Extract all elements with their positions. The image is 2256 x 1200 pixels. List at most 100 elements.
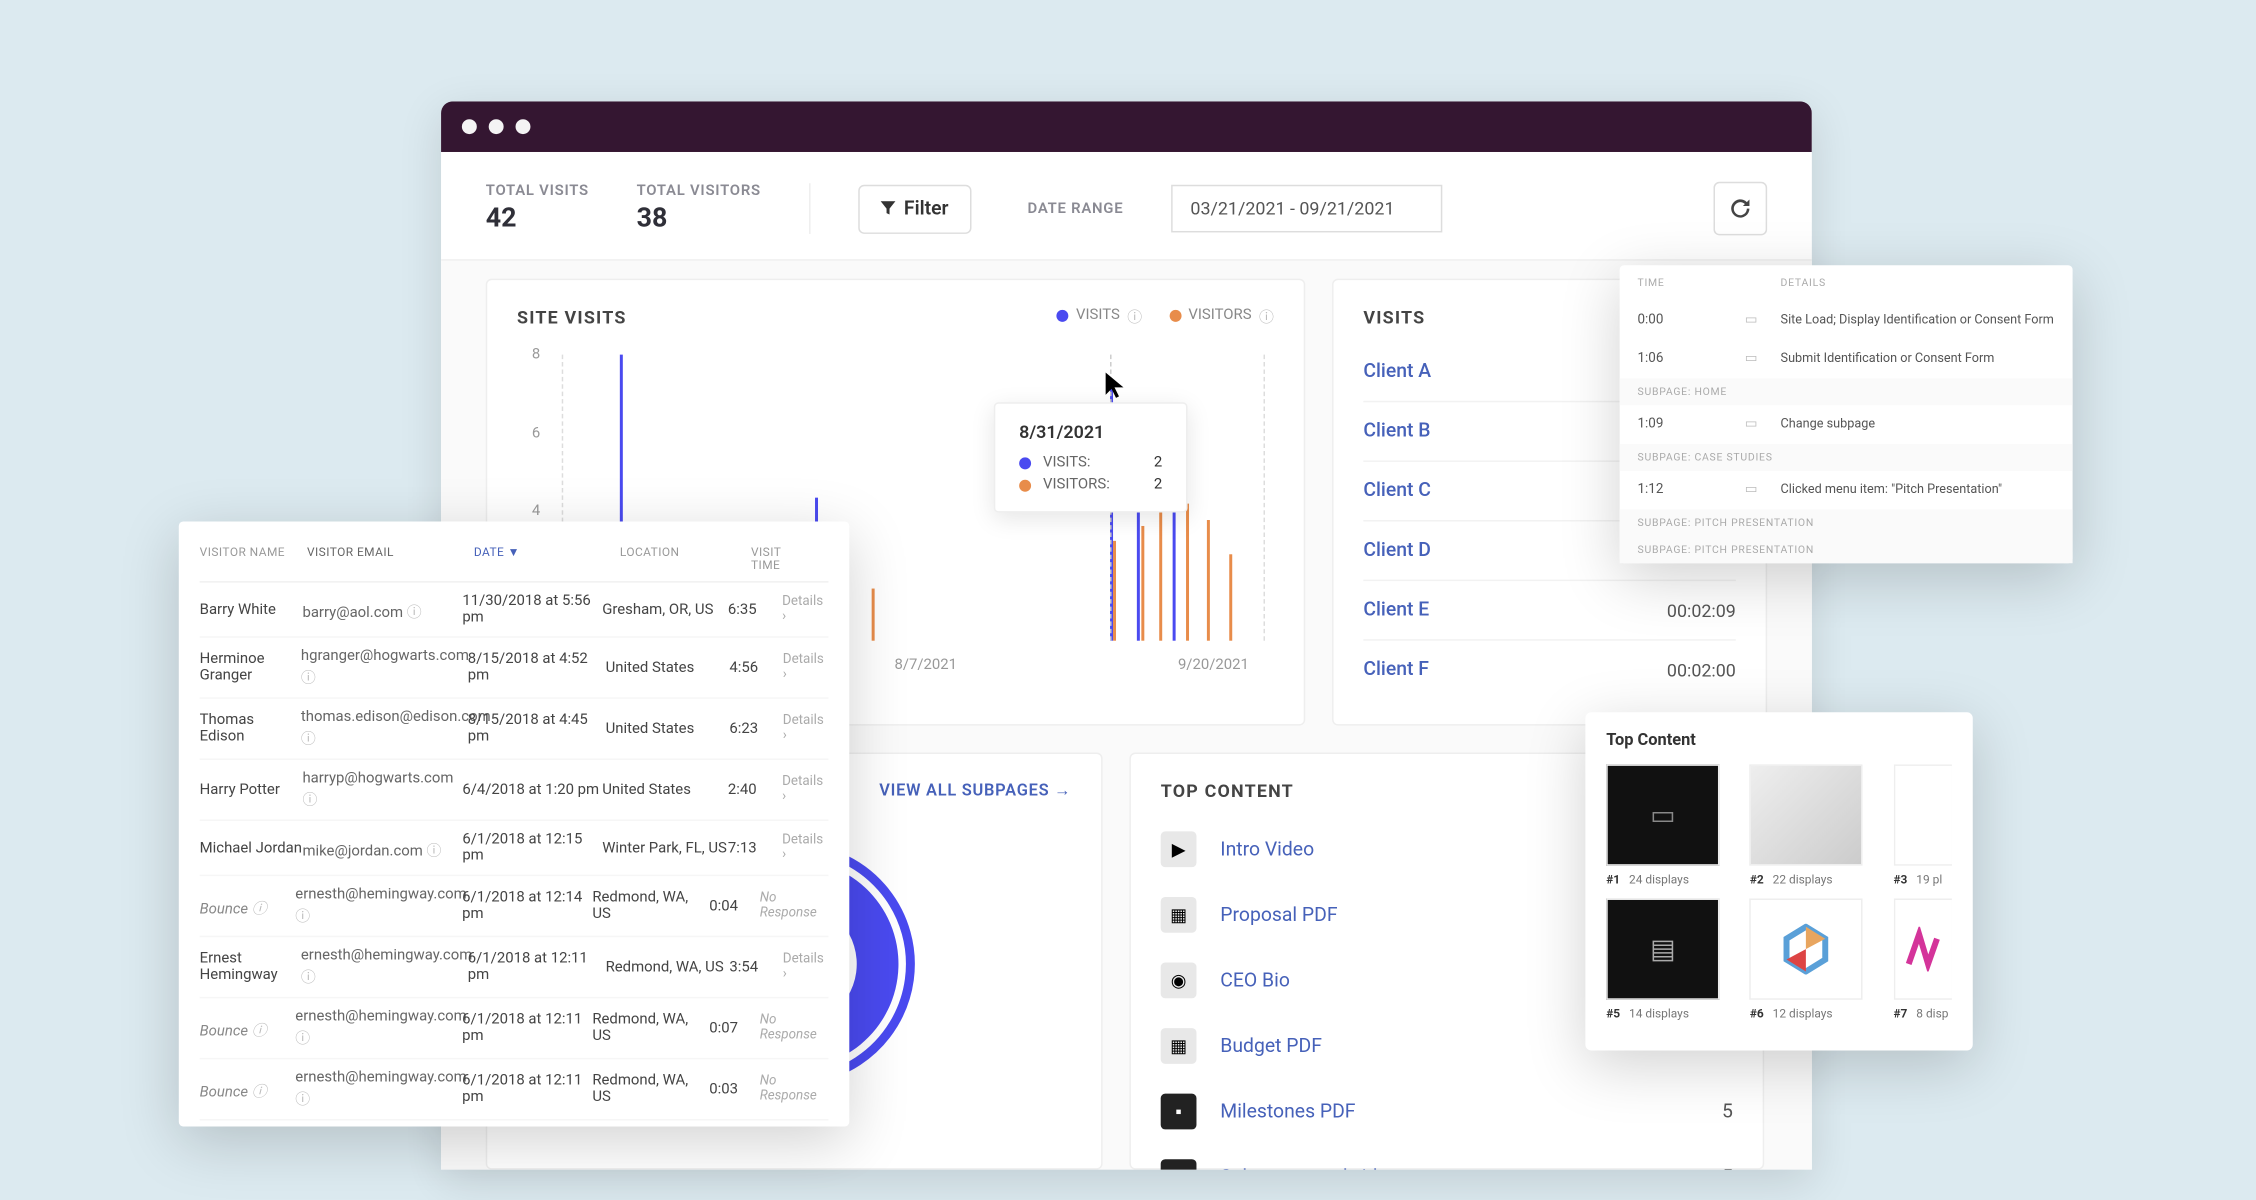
visitor-name: Herminoe Granger [200,651,301,684]
visit-duration: 6:23 [729,720,782,736]
visit-location: Redmond, WA, US [592,1012,709,1045]
sort-date-column[interactable]: DATE ▼ [474,545,620,572]
details-link[interactable]: Details › [782,775,828,805]
table-row[interactable]: Harry Potterharryp@hogwarts.com ⓘ6/4/201… [200,760,829,821]
table-row[interactable]: Michael Jordanmike@jordan.com ⓘ6/1/2018 … [200,821,829,876]
info-icon: ⓘ [252,901,267,917]
log-detail: Clicked menu item: "Pitch Presentation" [1781,483,2055,498]
no-response-label: No Response [760,1074,829,1104]
log-type-icon: ▭ [1745,352,1781,367]
visit-row[interactable]: Client F 00:02:00 [1363,639,1736,699]
refresh-button[interactable] [1714,182,1768,236]
visit-date: 8/15/2018 at 4:52 pm [468,651,606,684]
visit-client-name[interactable]: Client D [1363,539,1431,561]
visitor-name: Ernest Hemingway [200,951,301,984]
visitor-name: Harry Potter [200,782,303,798]
grid-cell[interactable]: #319 pl [1893,764,1951,886]
no-response-label: No Response [760,891,829,921]
log-subpage-header: SUBPAGE: PITCH PRESENTATION [1620,536,2073,563]
content-thumb-icon: ◉ [1161,963,1197,999]
top-content-row[interactable]: ▪ Sales proposal video 5 [1161,1144,1733,1169]
info-icon: ⓘ [252,1023,267,1039]
filter-button[interactable]: Filter [858,184,971,233]
visit-client-name[interactable]: Client A [1363,361,1431,383]
activity-log-popup: TIMEDETAILS 0:00▭Site Load; Display Iden… [1620,265,2073,563]
visitor-email: harryp@hogwarts.com ⓘ [302,770,462,809]
logo-thumb-icon [1750,898,1863,999]
info-icon: ⓘ [301,732,316,748]
grid-cell[interactable]: #78 disp [1893,898,1951,1020]
grid-cell[interactable]: #612 displays [1750,898,1873,1020]
content-name[interactable]: Sales proposal video [1220,1166,1698,1170]
content-count: 5 [1722,1166,1733,1170]
visit-duration: 0:07 [709,1020,759,1036]
visitor-table-popup: VISITOR NAME VISITOR EMAIL DATE ▼ LOCATI… [179,522,850,1127]
details-link[interactable]: Details › [783,653,829,683]
details-link[interactable]: Details › [783,714,829,744]
log-time: 1:09 [1638,417,1745,432]
grid-cell[interactable]: #222 displays [1750,764,1873,886]
visit-location: Redmond, WA, US [592,890,709,923]
view-all-subpages-link[interactable]: VIEW ALL SUBPAGES → [879,781,1071,800]
visit-date: 6/1/2018 at 12:11 pm [462,1012,592,1045]
visit-client-name[interactable]: Client C [1363,480,1431,502]
visitor-name: Michael Jordan [200,840,303,856]
tooltip-date: 8/31/2021 [1019,422,1162,443]
table-row[interactable]: Thomas Edisonthomas.edison@edison.com ⓘ8… [200,699,829,760]
grid-cell[interactable]: ▤#514 displays [1606,898,1729,1020]
visitor-name: Bounce ⓘ [200,1017,296,1039]
info-icon: ⓘ [427,843,442,859]
table-row[interactable]: Bounce ⓘernesth@hemingway.com ⓘ6/1/2018 … [200,876,829,937]
visit-client-name[interactable]: Client B [1363,420,1430,442]
details-link[interactable]: Details › [782,833,828,863]
info-icon: ⓘ [295,1092,310,1108]
grid-cell[interactable]: ▭#124 displays [1606,764,1729,886]
filter-button-label: Filter [904,197,949,219]
table-row[interactable]: Bounce ⓘernesth@hemingway.com ⓘ6/1/2018 … [200,1059,829,1120]
visit-date: 6/1/2018 at 12:15 pm [462,831,602,864]
visit-location: United States [602,782,728,798]
log-row: 1:12▭Clicked menu item: "Pitch Presentat… [1620,471,2073,510]
log-detail: Change subpage [1781,417,2055,432]
log-time: 1:06 [1638,352,1745,367]
content-thumb-icon: ▦ [1161,1028,1197,1064]
log-detail: Submit Identification or Consent Form [1781,352,2055,367]
visit-duration: 00:02:00 [1667,659,1736,680]
top-content-row[interactable]: ▪Milestones PDF5 [1161,1079,1733,1145]
filter-icon [880,201,895,216]
table-row[interactable]: Bounce ⓘernesth@hemingway.com ⓘ6/1/2018 … [200,998,829,1059]
info-icon: ⓘ [1127,304,1142,326]
table-row[interactable]: Barry Whitebarry@aol.com ⓘ11/30/2018 at … [200,583,829,638]
visit-row[interactable]: Client E 00:02:09 [1363,580,1736,640]
info-icon: ⓘ [1259,304,1274,326]
content-thumb-icon: ▪ [1161,1159,1197,1169]
grid-title: Top Content [1606,730,1952,749]
visit-date: 6/1/2018 at 12:11 pm [468,951,606,984]
content-name[interactable]: Milestones PDF [1220,1100,1698,1122]
date-range-input[interactable] [1171,185,1442,233]
log-time: 1:12 [1638,483,1745,498]
visitor-email: ernesth@hemingway.com ⓘ [295,887,462,926]
visit-duration: 00:02:09 [1667,600,1736,621]
info-icon: ⓘ [407,604,422,620]
window-min-dot[interactable] [489,119,504,134]
info-icon: ⓘ [295,1031,310,1047]
details-link[interactable]: Details › [782,595,828,625]
visit-location: Winter Park, FL, US [602,840,728,856]
table-row[interactable]: Herminoe Grangerhgranger@hogwarts.com ⓘ8… [200,638,829,699]
window-max-dot[interactable] [516,119,531,134]
log-type-icon: ▭ [1745,417,1781,432]
visit-location: Gresham, OR, US [602,601,728,617]
visitor-email: mike@jordan.com ⓘ [302,837,462,859]
visit-client-name[interactable]: Client F [1363,659,1429,681]
visitor-name: Barry White [200,601,303,617]
visit-location: Redmond, WA, US [592,1073,709,1106]
content-thumb-icon: ▪ [1161,1094,1197,1130]
table-row[interactable]: Ernest Hemingwayernesth@hemingway.com ⓘ6… [200,937,829,998]
visit-client-name[interactable]: Client E [1363,599,1429,621]
chart-tooltip: 8/31/2021 VISITS:2 VISITORS:2 [994,402,1188,512]
window-close-dot[interactable] [462,119,477,134]
details-link[interactable]: Details › [783,952,829,982]
visitor-email: ernesth@hemingway.com ⓘ [301,948,468,987]
info-icon: ⓘ [252,1084,267,1100]
